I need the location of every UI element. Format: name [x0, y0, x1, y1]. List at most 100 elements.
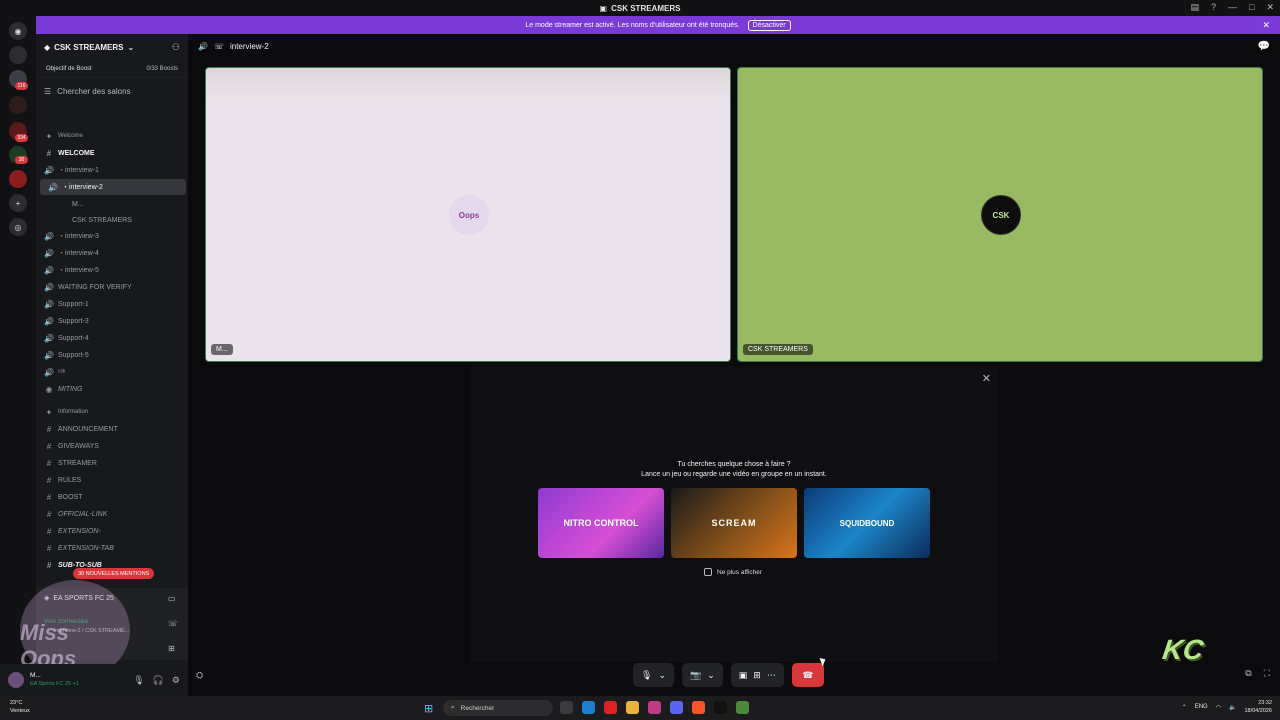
brave-icon[interactable]	[692, 701, 705, 714]
channel-label: ・interview-4	[58, 250, 99, 257]
channel-category[interactable]: ✦ Information	[36, 404, 188, 420]
channel-search[interactable]: ☰ Chercher des salons	[36, 78, 188, 104]
chevron-up-icon[interactable]: ⌃	[1182, 704, 1187, 711]
activity-card-scream[interactable]: SCREAM	[671, 488, 797, 558]
discover-icon[interactable]: ◎	[9, 218, 27, 236]
server-icon[interactable]	[9, 46, 27, 64]
file-explorer-icon[interactable]	[626, 701, 639, 714]
add-server-icon[interactable]: +	[9, 194, 27, 212]
activities-icon[interactable]: ⊞	[753, 670, 761, 681]
add-member-icon[interactable]: ⚇	[172, 42, 180, 53]
channel-item[interactable]: # GIVEAWAYS	[36, 438, 188, 454]
server-icon[interactable]	[9, 96, 27, 114]
screen-share-icon[interactable]: ▭	[168, 594, 178, 603]
channel-item[interactable]: # EXTENSION-	[36, 523, 188, 539]
language-indicator[interactable]: ENG	[1195, 704, 1208, 710]
avatar[interactable]	[8, 672, 24, 688]
channel-item[interactable]: 🔊 ᶜˢᵏ	[36, 364, 188, 380]
channel-item[interactable]: # EXTENSION-TAB	[36, 540, 188, 556]
chevron-down-icon[interactable]: ⌄	[707, 670, 715, 681]
gear-icon[interactable]: ⚙	[172, 675, 180, 686]
activity-icon[interactable]: ⊞	[168, 644, 178, 653]
channel-category[interactable]: ✦ Welcome	[36, 128, 188, 144]
channel-item[interactable]: # BOOST	[36, 489, 188, 505]
fullscreen-icon[interactable]: ⛶	[1264, 668, 1270, 679]
mic-button[interactable]: 🎙 ⌄	[633, 663, 674, 687]
wifi-icon[interactable]: ◠	[1216, 704, 1221, 711]
hang-up-button[interactable]: ☎	[791, 663, 824, 687]
unread-badge: 30	[15, 156, 28, 164]
new-mentions-badge[interactable]: 30 NOUVELLES MENTIONS	[73, 568, 155, 579]
channel-item[interactable]: 🔊 ・interview-5	[36, 262, 188, 278]
chat-icon[interactable]: 💬	[1258, 41, 1270, 52]
guild-header[interactable]: ◆ CSK STREAMERS ⌄ ⚇	[36, 34, 188, 60]
close-icon[interactable]: ✕	[982, 372, 991, 385]
channel-item[interactable]: 🔊 ・interview-4	[36, 245, 188, 261]
discord-home-icon[interactable]: ◉	[9, 22, 27, 40]
channel-item[interactable]: # RULES	[36, 472, 188, 488]
channel-item[interactable]: 🔊 ・interview-1	[36, 162, 188, 178]
close-icon[interactable]: ✕	[1262, 20, 1270, 31]
dont-show-again[interactable]: Ne plus afficher	[704, 568, 762, 576]
more-icon[interactable]: ⋯	[767, 670, 776, 681]
minimize-button[interactable]: —	[1228, 2, 1237, 13]
channel-icon: ✦	[45, 407, 53, 417]
voice-member[interactable]: M...	[36, 196, 188, 212]
voice-channel-path[interactable]: interview-2 / CSK STREAME...	[54, 628, 129, 634]
app-icon[interactable]	[736, 701, 749, 714]
channel-item[interactable]: 🔊 Support-1	[36, 296, 188, 312]
checkbox[interactable]	[704, 568, 712, 576]
taskbar-search[interactable]: ⌕ Rechercher	[443, 700, 553, 716]
channel-item[interactable]: # OFFICIAL-LINK	[36, 506, 188, 522]
task-view-icon[interactable]	[560, 701, 573, 714]
close-button[interactable]: ✕	[1266, 2, 1274, 13]
mic-icon[interactable]: 🎙	[133, 675, 144, 686]
edge-icon[interactable]	[582, 701, 595, 714]
channel-item[interactable]: 🔊 WAITING FOR VERIFY	[36, 279, 188, 295]
maximize-button[interactable]: □	[1249, 2, 1254, 13]
system-tray: ⌃ ENG ◠ 🔈 23:32 18/04/2026	[1182, 699, 1272, 715]
inbox-icon[interactable]: ▤	[1190, 2, 1199, 13]
disable-streamer-mode-button[interactable]: Désactiver	[747, 19, 791, 31]
server-icon[interactable]	[9, 170, 27, 188]
instagram-icon[interactable]	[648, 701, 661, 714]
tiktok-icon[interactable]	[714, 701, 727, 714]
channel-label: CSK STREAMERS	[72, 216, 132, 224]
user-names[interactable]: M... EA Sports FC 25 +1	[30, 671, 79, 689]
channel-item[interactable]: # STREAMER	[36, 455, 188, 471]
windows-start-icon[interactable]: ⊞	[424, 702, 433, 715]
boost-goal[interactable]: Objectif de Boost 0/33 Boosts	[36, 60, 188, 78]
chevron-down-icon[interactable]: ⌄	[658, 670, 666, 681]
discord-icon[interactable]	[670, 701, 683, 714]
activity-card-nitro-control[interactable]: NITRO CONTROL	[538, 488, 664, 558]
youtube-icon[interactable]	[604, 701, 617, 714]
voice-status[interactable]: Voix connectée	[44, 618, 88, 625]
headphones-icon[interactable]: 🎧	[153, 675, 164, 686]
share-screen-button[interactable]: ▣ ⊞ ⋯	[730, 663, 784, 687]
help-icon[interactable]: ?	[1211, 2, 1216, 13]
video-tile-left[interactable]: Oops M...	[205, 67, 731, 362]
weather-widget[interactable]: 23°C Venteux	[10, 699, 30, 715]
speaker-icon: 🔊	[44, 265, 54, 275]
activity-card-squidbound[interactable]: SQUIDBOUND	[804, 488, 930, 558]
channel-item[interactable]: 🔊 ・interview-3	[36, 228, 188, 244]
clock[interactable]: 23:32 18/04/2026	[1244, 699, 1272, 715]
discord-window: ▣ CSK STREAMERS ▤ ? — □ ✕ Le mode streame…	[0, 0, 1280, 720]
popout-icon[interactable]: ⧉	[1245, 668, 1251, 679]
camera-button[interactable]: 📷 ⌄	[681, 663, 723, 687]
channel-item[interactable]: ◉ MITING	[36, 381, 188, 397]
mic-icon: 🎙	[641, 669, 653, 680]
channel-item[interactable]: # ANNOUNCEMENT	[36, 421, 188, 437]
channel-item[interactable]: # WELCOME	[36, 145, 188, 161]
volume-icon[interactable]: 🔈	[1229, 704, 1236, 711]
video-tile-right[interactable]: CSK CSK STREAMERS	[737, 67, 1263, 362]
voice-member[interactable]: CSK STREAMERS	[36, 212, 188, 228]
call-header: 🔊 ☏ interview-2 💬	[188, 34, 1280, 58]
channel-item[interactable]: 🔊 Support-4	[36, 330, 188, 346]
channel-item[interactable]: 🔊 ・interview-2	[40, 179, 186, 195]
channel-item[interactable]: 🔊 Support-5	[36, 347, 188, 363]
disconnect-icon[interactable]: ☏	[168, 619, 178, 628]
activity-launcher-icon[interactable]: ⛭	[196, 670, 203, 681]
participant-name: CSK STREAMERS	[743, 344, 813, 355]
channel-item[interactable]: 🔊 Support-3	[36, 313, 188, 329]
